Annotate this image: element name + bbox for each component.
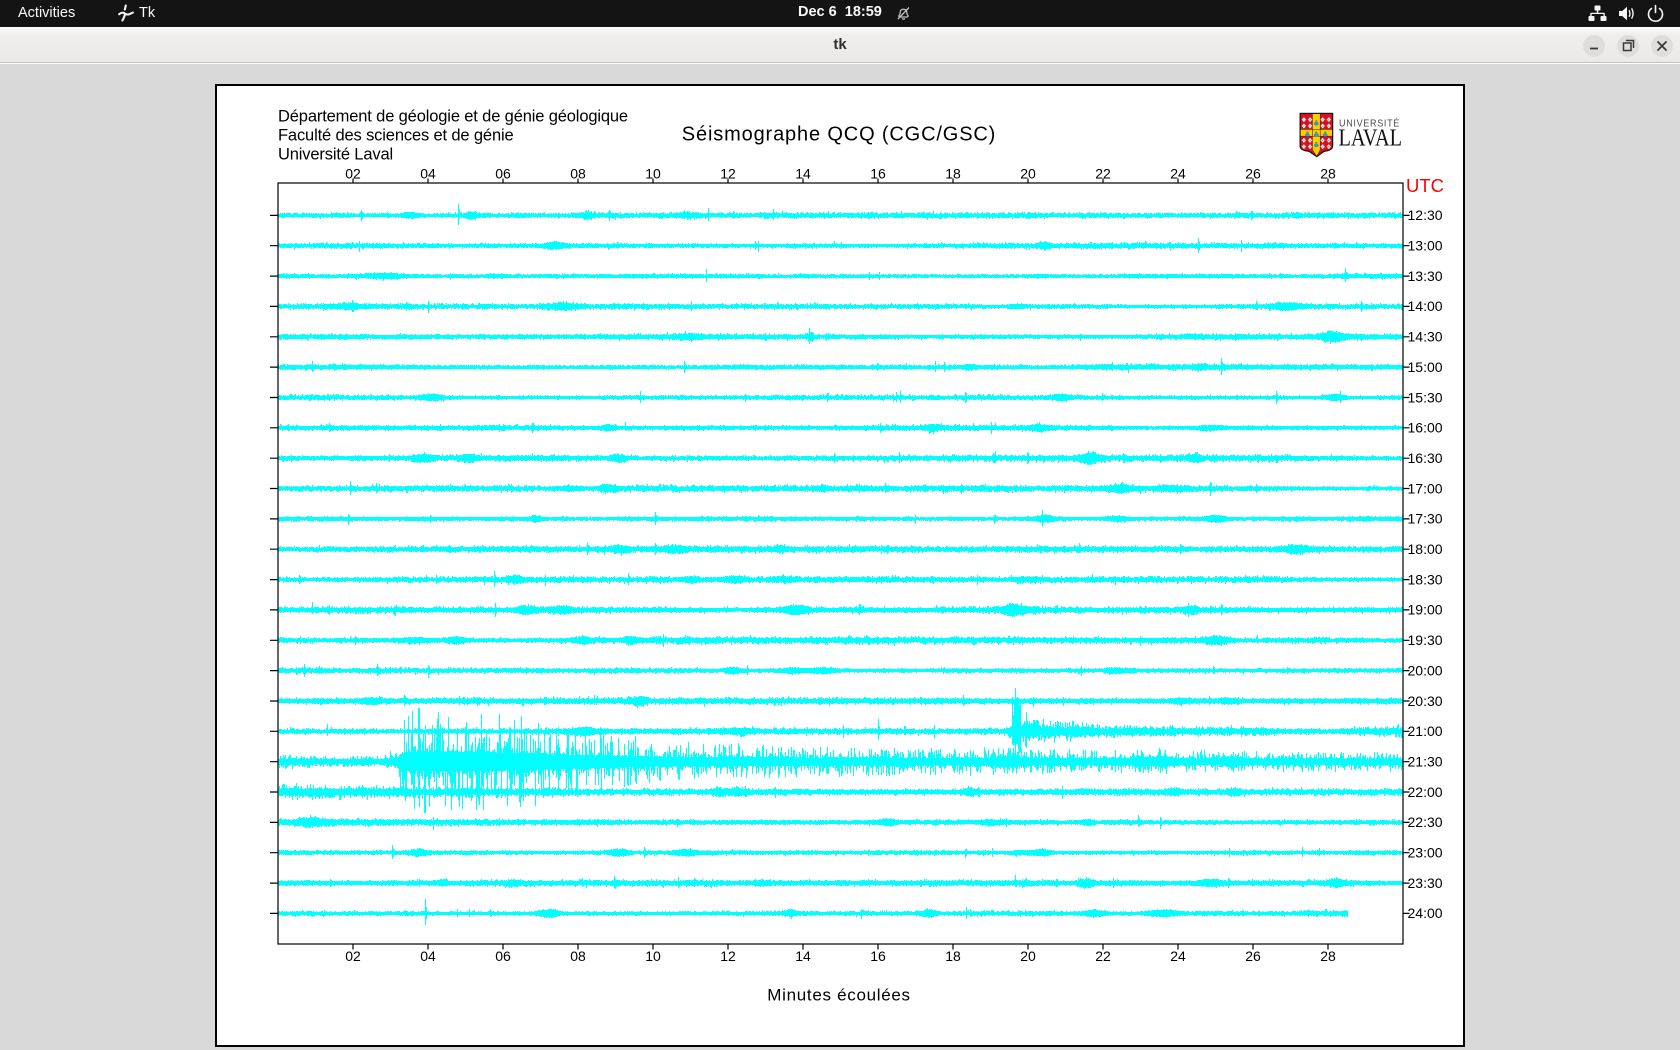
svg-text:18: 18	[945, 948, 961, 964]
svg-text:Faculté des sciences et de gén: Faculté des sciences et de génie	[278, 126, 514, 144]
svg-text:14: 14	[795, 948, 811, 964]
svg-text:02: 02	[345, 948, 361, 964]
svg-text:23:00: 23:00	[1408, 845, 1443, 861]
svg-text:16:30: 16:30	[1408, 450, 1443, 466]
svg-text:04: 04	[420, 165, 436, 181]
svg-text:12:30: 12:30	[1408, 207, 1443, 223]
svg-text:24: 24	[1170, 948, 1186, 964]
svg-text:19:00: 19:00	[1408, 602, 1443, 618]
svg-text:18: 18	[945, 165, 961, 181]
svg-text:28: 28	[1320, 165, 1336, 181]
svg-text:08: 08	[570, 948, 586, 964]
svg-text:04: 04	[420, 948, 436, 964]
svg-text:Université Laval: Université Laval	[278, 145, 393, 163]
svg-text:22:00: 22:00	[1408, 784, 1443, 800]
svg-text:21:30: 21:30	[1408, 754, 1443, 770]
svg-text:10: 10	[645, 165, 661, 181]
svg-text:20: 20	[1020, 948, 1036, 964]
svg-text:08: 08	[570, 165, 586, 181]
svg-text:16:00: 16:00	[1408, 420, 1443, 436]
svg-text:Minutes écoulées: Minutes écoulées	[767, 986, 911, 1005]
svg-text:Département de géologie et de: Département de géologie et de génie géol…	[278, 107, 628, 125]
svg-text:20:30: 20:30	[1408, 693, 1443, 709]
svg-text:26: 26	[1245, 165, 1261, 181]
svg-text:12: 12	[720, 948, 736, 964]
svg-text:28: 28	[1320, 948, 1336, 964]
svg-text:18:30: 18:30	[1408, 571, 1443, 587]
svg-text:16: 16	[870, 948, 886, 964]
svg-text:18:00: 18:00	[1408, 541, 1443, 557]
svg-text:13:00: 13:00	[1408, 238, 1443, 254]
svg-text:13:30: 13:30	[1408, 268, 1443, 284]
svg-text:20: 20	[1020, 165, 1036, 181]
svg-text:12: 12	[720, 165, 736, 181]
svg-text:22: 22	[1095, 948, 1111, 964]
svg-text:24:00: 24:00	[1408, 905, 1443, 921]
svg-text:06: 06	[495, 165, 511, 181]
svg-text:26: 26	[1245, 948, 1261, 964]
svg-text:15:00: 15:00	[1408, 359, 1443, 375]
svg-text:15:30: 15:30	[1408, 389, 1443, 405]
svg-text:20:00: 20:00	[1408, 662, 1443, 678]
svg-text:10: 10	[645, 948, 661, 964]
svg-text:14:30: 14:30	[1408, 329, 1443, 345]
svg-text:16: 16	[870, 165, 886, 181]
svg-text:19:30: 19:30	[1408, 632, 1443, 648]
svg-text:14: 14	[795, 165, 811, 181]
svg-text:02: 02	[345, 165, 361, 181]
svg-text:Séismographe QCQ (CGC/GSC): Séismographe QCQ (CGC/GSC)	[682, 124, 996, 146]
svg-text:LAVAL: LAVAL	[1339, 125, 1403, 152]
svg-text:21:00: 21:00	[1408, 723, 1443, 739]
svg-text:17:00: 17:00	[1408, 480, 1443, 496]
svg-text:24: 24	[1170, 165, 1186, 181]
svg-text:22:30: 22:30	[1408, 814, 1443, 830]
svg-text:UTC: UTC	[1406, 175, 1444, 196]
svg-text:23:30: 23:30	[1408, 875, 1443, 891]
svg-text:17:30: 17:30	[1408, 511, 1443, 527]
svg-text:22: 22	[1095, 165, 1111, 181]
svg-text:14:00: 14:00	[1408, 298, 1443, 314]
svg-text:06: 06	[495, 948, 511, 964]
